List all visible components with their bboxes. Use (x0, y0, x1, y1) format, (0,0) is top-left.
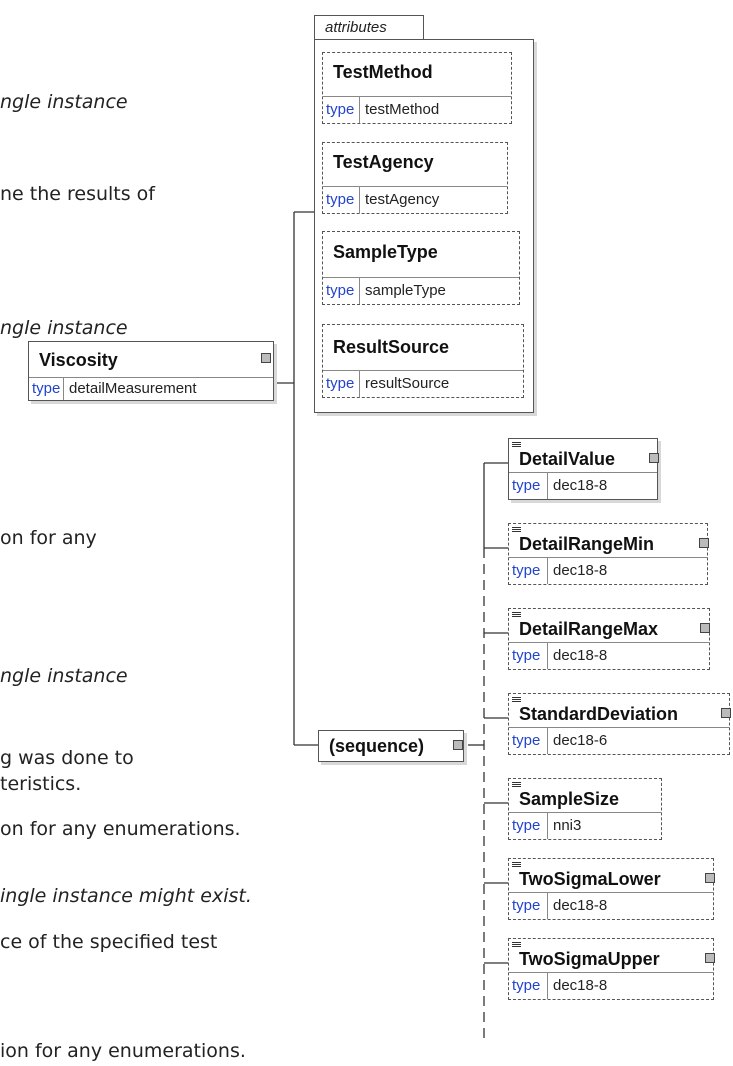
attribute-testagency[interactable]: TestAgency type testAgency (322, 142, 508, 214)
type-row: type dec18-8 (509, 972, 713, 999)
root-element-viscosity[interactable]: Viscosity type detailMeasurement (28, 341, 274, 401)
type-row: type resultSource (323, 370, 523, 397)
type-row: type dec18-8 (509, 892, 713, 919)
element-detailrangemax[interactable]: DetailRangeMax type dec18-8 (508, 608, 710, 670)
expand-connector-icon[interactable] (721, 708, 731, 718)
type-row: type detailMeasurement (29, 377, 273, 400)
documentation-icon (512, 782, 521, 788)
attributes-title: attributes (325, 19, 387, 36)
type-value: dec18-8 (553, 977, 608, 994)
expand-connector-icon[interactable] (649, 453, 659, 463)
element-name: TwoSigmaLower (519, 869, 661, 889)
type-keyword[interactable]: type (512, 647, 540, 664)
element-twosigmalower[interactable]: TwoSigmaLower type dec18-8 (508, 858, 715, 920)
type-row: type nni3 (509, 812, 661, 839)
element-name: Viscosity (39, 350, 118, 370)
type-keyword[interactable]: type (512, 732, 540, 749)
element-name: DetailRangeMin (519, 534, 655, 554)
type-value: nni3 (553, 817, 582, 834)
type-value: dec18-8 (553, 477, 608, 494)
type-row: type testMethod (323, 96, 511, 123)
type-row: type dec18-8 (509, 642, 709, 669)
type-row: type dec18-8 (509, 557, 707, 584)
element-detailrangemin[interactable]: DetailRangeMin type dec18-8 (508, 523, 709, 585)
type-row: type dec18-8 (509, 472, 657, 499)
element-name: TwoSigmaUpper (519, 949, 660, 969)
type-value: sampleType (365, 282, 446, 299)
expand-connector-icon[interactable] (699, 538, 709, 548)
type-value: dec18-8 (553, 562, 608, 579)
documentation-icon (512, 942, 521, 948)
type-keyword[interactable]: type (512, 897, 540, 914)
expand-connector-icon[interactable] (705, 873, 715, 883)
sequence-label: (sequence) (329, 736, 425, 756)
type-keyword[interactable]: type (326, 191, 354, 208)
documentation-icon (512, 697, 521, 703)
documentation-icon (512, 442, 521, 448)
attribute-name: TestAgency (333, 152, 434, 172)
type-value: testAgency (365, 191, 440, 208)
type-value: detailMeasurement (69, 380, 197, 397)
attribute-name: TestMethod (333, 62, 433, 82)
attribute-resultsource[interactable]: ResultSource type resultSource (322, 324, 524, 398)
type-keyword[interactable]: type (512, 562, 540, 579)
type-value: dec18-8 (553, 897, 608, 914)
sequence-compositor[interactable]: (sequence) (318, 730, 464, 762)
attribute-testmethod[interactable]: TestMethod type testMethod (322, 52, 512, 124)
attribute-name: ResultSource (333, 337, 450, 357)
element-name: StandardDeviation (519, 704, 679, 724)
type-keyword[interactable]: type (512, 817, 540, 834)
element-name: DetailRangeMax (519, 619, 659, 639)
attributes-tab: attributes (314, 15, 424, 41)
element-name: DetailValue (519, 449, 616, 469)
type-keyword[interactable]: type (326, 101, 354, 118)
element-standarddeviation[interactable]: StandardDeviation type dec18-6 (508, 693, 731, 755)
documentation-icon (512, 527, 521, 533)
type-value: dec18-8 (553, 647, 608, 664)
type-row: type dec18-6 (509, 727, 729, 754)
type-keyword[interactable]: type (32, 380, 60, 397)
type-keyword[interactable]: type (512, 977, 540, 994)
type-value: testMethod (365, 101, 440, 118)
documentation-icon (512, 612, 521, 618)
element-twosigmaupper[interactable]: TwoSigmaUpper type dec18-8 (508, 938, 715, 1000)
type-row: type sampleType (323, 277, 519, 304)
element-name: SampleSize (519, 789, 620, 809)
element-detailvalue[interactable]: DetailValue type dec18-8 (508, 438, 659, 500)
type-keyword[interactable]: type (512, 477, 540, 494)
attribute-sampletype[interactable]: SampleType type sampleType (322, 231, 520, 305)
type-row: type testAgency (323, 186, 507, 213)
type-value: resultSource (365, 375, 450, 392)
type-keyword[interactable]: type (326, 282, 354, 299)
expand-connector-icon[interactable] (700, 623, 710, 633)
expand-connector-icon[interactable] (261, 353, 271, 363)
element-samplesize[interactable]: SampleSize type nni3 (508, 778, 662, 840)
type-value: dec18-6 (553, 732, 608, 749)
expand-connector-icon[interactable] (705, 953, 715, 963)
attribute-name: SampleType (333, 242, 438, 262)
type-keyword[interactable]: type (326, 375, 354, 392)
documentation-icon (512, 862, 521, 868)
expand-connector-icon[interactable] (453, 740, 463, 750)
